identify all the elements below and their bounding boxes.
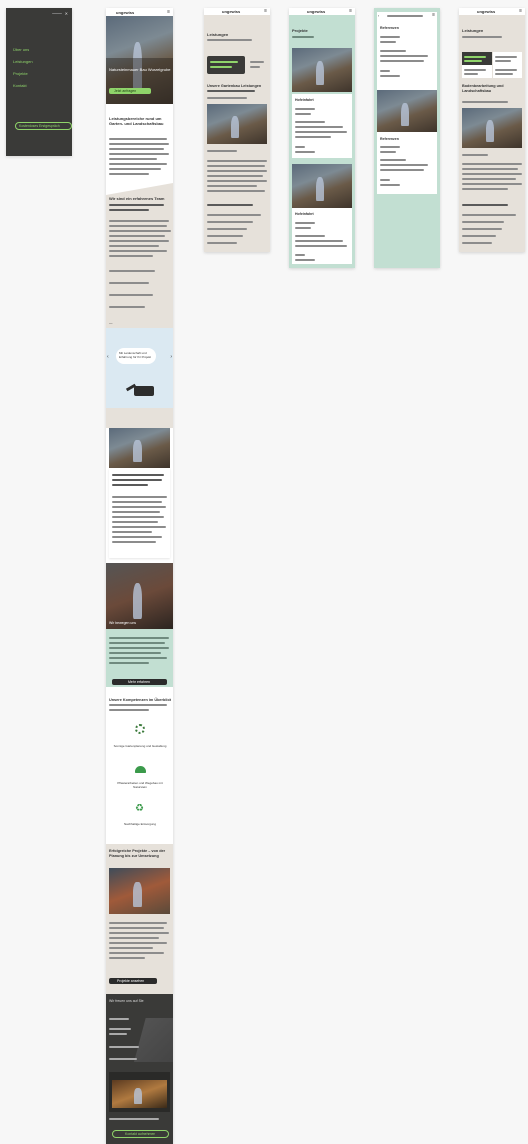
home-project-cta[interactable]: Projekte ansehen bbox=[109, 978, 157, 984]
leistungen-menu-icon[interactable]: ≡ bbox=[264, 8, 267, 14]
leistungen-tab-2[interactable] bbox=[247, 56, 267, 74]
home-services-title: Wir sind ein erfahrenes Team bbox=[109, 196, 165, 201]
home-intro-title: Leistungsbereiche rund um Garten- und La… bbox=[109, 116, 164, 126]
leistungen-section-title: Unsere Gartenbau Leistungen bbox=[207, 84, 262, 88]
carousel-next-icon[interactable]: › bbox=[170, 354, 172, 360]
leistungen-screen: ungewiss ≡ Leistungen Unsere Gartenbau L… bbox=[204, 8, 270, 252]
footer-image-card bbox=[109, 1072, 170, 1112]
recycle-icon: ♻ bbox=[135, 803, 144, 814]
home-header: ungewiss ≡ bbox=[106, 8, 173, 16]
feature-label-2: Pflasterarbeiten und Wegebau mit Naturst… bbox=[117, 781, 163, 789]
home-screen: ungewiss ≡ Natursteinmauer Bau Wurzelgru… bbox=[106, 8, 173, 1144]
leistungen-logo[interactable]: ungewiss bbox=[222, 9, 240, 14]
detail-image bbox=[462, 108, 522, 148]
home-project-cta-label: Projekte ansehen bbox=[117, 979, 145, 983]
menu-cta-label: Kostenloses Erstgespräch bbox=[19, 124, 60, 128]
detail-title: Leistungen bbox=[462, 28, 484, 33]
projekte-logo[interactable]: ungewiss bbox=[307, 9, 325, 14]
detail-tab-1[interactable] bbox=[462, 52, 492, 65]
home-project-title: Erfolgreiche Projekte – von der Planung … bbox=[109, 849, 166, 858]
home-logo[interactable]: ungewiss bbox=[116, 10, 134, 15]
referenzen-title-1: Referenzen bbox=[380, 26, 399, 30]
home-team-caption: Wir bewegen uns bbox=[109, 621, 137, 625]
dome-icon bbox=[135, 766, 146, 773]
home-illustration: Mit Leidenschaft und Erfahrung für Ihr P… bbox=[106, 328, 173, 408]
menu-item-projekte[interactable]: Projekte bbox=[13, 71, 28, 77]
projekte-image-2 bbox=[292, 164, 352, 208]
projekte-card-1[interactable]: Hofeinfahrt bbox=[292, 94, 352, 158]
home-footer-title: Wir freuen uns auf Sie bbox=[109, 999, 144, 1003]
home-section-label: — bbox=[109, 321, 113, 325]
projekte-image-1 bbox=[292, 48, 352, 92]
leistungen-tab-1[interactable] bbox=[207, 56, 245, 74]
home-hero-title: Natursteinmauer Bau Wurzelgrube bbox=[109, 67, 171, 72]
detail-tab-2[interactable] bbox=[493, 52, 522, 65]
detail-heading: Bodenbearbeitung und Landschaftsbau bbox=[462, 84, 504, 93]
excavator-icon bbox=[134, 386, 154, 396]
referenzen-back-icon[interactable]: ‹ bbox=[378, 13, 379, 19]
referenzen-image bbox=[377, 90, 437, 132]
detail-tab-3[interactable] bbox=[462, 65, 492, 78]
home-features-title: Unsere Kompetenzen im Überblick bbox=[109, 698, 171, 702]
projekte-menu-icon[interactable]: ≡ bbox=[349, 8, 352, 14]
feature-label-1: Sonnige Gartenplanung und Gestaltung bbox=[113, 744, 167, 748]
detail-tab-4[interactable] bbox=[493, 65, 522, 78]
detail-logo[interactable]: ungewiss bbox=[477, 9, 495, 14]
menu-screen: ✕ Über uns Leistungen Projekte Kontakt K… bbox=[6, 8, 72, 156]
home-footer-cta-label: Kontakt aufnehmen bbox=[125, 1132, 156, 1136]
projekte-card-2[interactable]: Hofeinfahrt bbox=[292, 208, 352, 264]
home-dark-cta-label: Mehr erfahren bbox=[128, 680, 150, 684]
menu-item-leistungen[interactable]: Leistungen bbox=[13, 59, 33, 65]
menu-cta-button[interactable]: Kostenloses Erstgespräch bbox=[15, 122, 72, 130]
home-hero-cta-label: Jetzt anfragen bbox=[114, 89, 137, 93]
menu-close-icon[interactable]: ✕ bbox=[65, 11, 68, 17]
carousel-prev-icon[interactable]: ‹ bbox=[107, 354, 109, 360]
sun-icon bbox=[135, 724, 145, 734]
home-menu-icon[interactable]: ≡ bbox=[167, 9, 170, 15]
referenzen-screen: ‹ ≡ Referenzen Referenzen bbox=[374, 8, 440, 268]
home-project-section: Erfolgreiche Projekte – von der Planung … bbox=[106, 844, 173, 994]
home-footer-cta[interactable]: Kontakt aufnehmen bbox=[112, 1130, 169, 1138]
referenzen-menu-icon[interactable]: ≡ bbox=[432, 12, 435, 18]
referenzen-sheet: ‹ ≡ Referenzen Referenzen bbox=[377, 12, 437, 194]
referenzen-title-2: Referenzen bbox=[380, 137, 399, 141]
projekte-card-1-title: Hofeinfahrt bbox=[295, 98, 314, 102]
projekte-screen: ungewiss ≡ Projekte Hofeinfahrt Hofeinfa… bbox=[289, 8, 355, 268]
projekte-title: Projekte bbox=[292, 28, 308, 33]
home-project-image bbox=[109, 868, 170, 914]
menu-item-ueber-uns[interactable]: Über uns bbox=[13, 47, 29, 53]
menu-item-kontakt[interactable]: Kontakt bbox=[13, 83, 27, 89]
leistungen-tabs bbox=[207, 56, 267, 74]
leistungen-title: Leistungen bbox=[207, 32, 229, 37]
menu-topbar bbox=[52, 13, 62, 14]
home-team-image bbox=[109, 428, 170, 468]
home-hero-cta[interactable]: Jetzt anfragen bbox=[109, 88, 151, 94]
leistungen-image bbox=[207, 104, 267, 144]
home-footer: Wir freuen uns auf Sie Kontakt aufnehmen bbox=[106, 994, 173, 1144]
home-mint-section: Mehr erfahren bbox=[106, 629, 173, 687]
detail-menu-icon[interactable]: ≡ bbox=[519, 8, 522, 14]
feature-label-3: Nachhaltige Entsorgung bbox=[123, 822, 157, 826]
home-team-card bbox=[109, 468, 170, 558]
detail-screen: ungewiss ≡ Leistungen Bodenbearbeitung u… bbox=[459, 8, 525, 252]
home-dark-cta[interactable]: Mehr erfahren bbox=[112, 679, 167, 685]
home-quote-text: Mit Leidenschaft und Erfahrung für Ihr P… bbox=[119, 351, 152, 359]
projekte-card-2-title: Hofeinfahrt bbox=[295, 212, 314, 216]
home-hero-overlay bbox=[106, 58, 173, 104]
detail-tabs bbox=[462, 52, 522, 78]
home-quote-bubble: Mit Leidenschaft und Erfahrung für Ihr P… bbox=[116, 348, 156, 364]
